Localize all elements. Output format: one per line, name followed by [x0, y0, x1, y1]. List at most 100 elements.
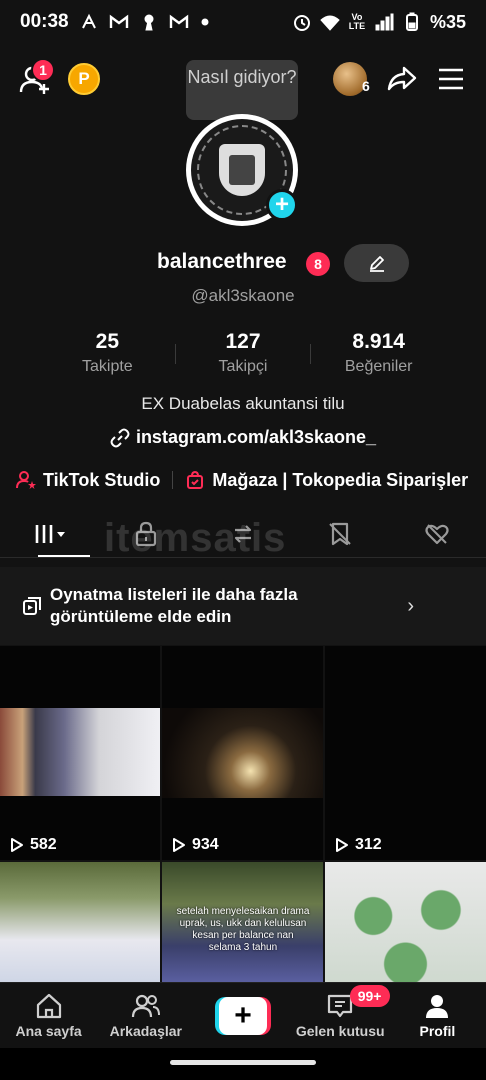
status-prompt-tooltip[interactable]: Nasıl gidiyor? [186, 60, 298, 120]
video-grid: 582 934 312 setelah menyelesaikan drama … [0, 646, 486, 982]
stat-likes[interactable]: 8.914 Beğeniler [311, 330, 446, 380]
tab-reposts[interactable] [194, 510, 291, 557]
coin-icon[interactable]: P [68, 63, 100, 95]
app-notification-icon [79, 12, 99, 32]
friends-icon [131, 994, 160, 1018]
shortcut-label: Mağaza | Tokopedia Siparişler [212, 469, 469, 490]
video-image [0, 862, 160, 982]
view-count: 312 [335, 836, 382, 854]
repost-icon [234, 524, 252, 543]
tab-videos[interactable] [0, 510, 97, 557]
nav-label: Ana sayfa [15, 1023, 82, 1039]
video-thumbnail[interactable] [0, 862, 160, 982]
videos-grid-icon [35, 524, 65, 543]
keyhole-icon [139, 12, 159, 32]
edit-profile-button[interactable] [344, 244, 409, 282]
status-time: 00:38 [20, 11, 69, 32]
nav-inbox[interactable]: 99+ Gelen kutusu [292, 983, 390, 1048]
view-count-value: 312 [355, 836, 382, 853]
shortcut-label: TikTok Studio [43, 469, 161, 490]
story-count: 6 [362, 78, 370, 94]
bottom-navigation: Ana sayfa Arkadaşlar + 99+ Gelen kutusu … [0, 982, 486, 1048]
pencil-icon [369, 256, 384, 272]
shop-shortcut[interactable]: Mağaza | Tokopedia Siparişler [185, 470, 468, 491]
divider [172, 471, 174, 489]
profile-bio: EX Duabelas akuntansi tilu [141, 394, 345, 413]
profile-icon [426, 995, 449, 1018]
studio-person-icon [16, 471, 36, 489]
username-row: balancethree 8 [0, 244, 486, 282]
liked-heart-icon [425, 523, 450, 544]
home-indicator[interactable] [170, 1060, 316, 1065]
top-bar: 1 P Nasıl gidiyor? 6 [0, 54, 486, 120]
stat-following[interactable]: 25 Takipte [40, 330, 175, 380]
status-bar: 00:38 Vo LTE %35 [0, 0, 486, 44]
nav-label: Gelen kutusu [295, 1023, 385, 1039]
link-icon [110, 428, 130, 447]
tiktok-studio-shortcut[interactable]: TikTok Studio [16, 470, 160, 491]
create-plus-icon: + [219, 997, 267, 1035]
gmail-icon [169, 12, 189, 32]
video-image [162, 708, 323, 798]
view-count-value: 582 [30, 836, 57, 853]
add-friends-badge: 1 [31, 58, 55, 82]
username: balancethree [157, 250, 287, 273]
volte-label: Vo LTE [348, 12, 366, 31]
profile-shortcuts: TikTok Studio Mağaza | Tokopedia Sipariş… [16, 467, 486, 493]
bookmark-icon [329, 522, 351, 545]
video-caption-overlay: setelah menyelesaikan drama uprak, us, u… [176, 906, 310, 953]
inbox-badge: 99+ [349, 985, 390, 1007]
profile-link-text: instagram.com/akl3skaone_ [135, 427, 377, 447]
video-thumbnail[interactable]: 582 [0, 646, 160, 860]
stat-label: Takipte [81, 358, 133, 375]
nav-label: Profil [419, 1023, 456, 1039]
video-image [0, 708, 160, 796]
video-thumbnail[interactable]: setelah menyelesaikan drama uprak, us, u… [162, 862, 323, 982]
play-icon [173, 838, 185, 852]
view-count-value: 934 [192, 836, 219, 853]
tiktok-profile-screen: 00:38 Vo LTE %35 1 P Nasıl gidiyor? 6 + … [0, 0, 486, 1080]
tab-private[interactable] [97, 510, 194, 557]
wifi-icon [320, 12, 340, 32]
share-icon[interactable] [386, 62, 418, 94]
playlist-icon [23, 597, 41, 615]
nav-profile[interactable]: Profil [389, 983, 486, 1048]
profile-stats: 25 Takipte 127 Takipçi 8.914 Beğeniler [40, 330, 446, 380]
battery-icon [402, 12, 422, 32]
nav-friends[interactable]: Arkadaşlar [97, 983, 194, 1048]
profile-tabs [0, 510, 486, 558]
home-icon [36, 993, 61, 1019]
system-gesture-bar [0, 1048, 486, 1080]
user-handle: @akl3skaone [191, 286, 295, 305]
gmail-icon [109, 12, 129, 32]
video-thumbnail[interactable]: 312 [325, 646, 486, 860]
battery-percent: %35 [429, 11, 466, 32]
nav-label: Arkadaşlar [109, 1023, 182, 1039]
play-icon [11, 838, 23, 852]
tab-liked[interactable] [389, 510, 486, 557]
stat-followers[interactable]: 127 Takipçi [176, 330, 311, 380]
stat-value: 25 [95, 330, 120, 353]
video-thumbnail[interactable] [325, 862, 486, 982]
create-button[interactable]: + [215, 997, 271, 1035]
profile-link[interactable]: instagram.com/akl3skaone_ [0, 427, 486, 448]
play-icon [336, 838, 348, 852]
lock-icon [135, 521, 156, 546]
video-image [325, 862, 486, 982]
playlist-banner[interactable]: Oynatma listeleri ile daha fazla görüntü… [0, 567, 486, 645]
more-notifications-dot-icon [199, 12, 219, 32]
chevron-right-icon: › [407, 594, 414, 617]
stat-value: 127 [225, 330, 261, 353]
video-thumbnail[interactable]: 934 [162, 646, 323, 860]
tab-favorites[interactable] [292, 510, 389, 557]
nav-home[interactable]: Ana sayfa [0, 983, 97, 1048]
signal-icon [374, 12, 394, 32]
view-count: 582 [10, 836, 57, 854]
stat-value: 8.914 [352, 330, 405, 353]
view-count: 934 [172, 836, 219, 854]
menu-icon[interactable] [436, 64, 466, 94]
stat-label: Takipçi [218, 358, 268, 375]
nav-create[interactable]: + [194, 983, 291, 1048]
username-badge: 8 [306, 252, 330, 276]
add-story-plus-icon[interactable]: + [266, 189, 298, 221]
